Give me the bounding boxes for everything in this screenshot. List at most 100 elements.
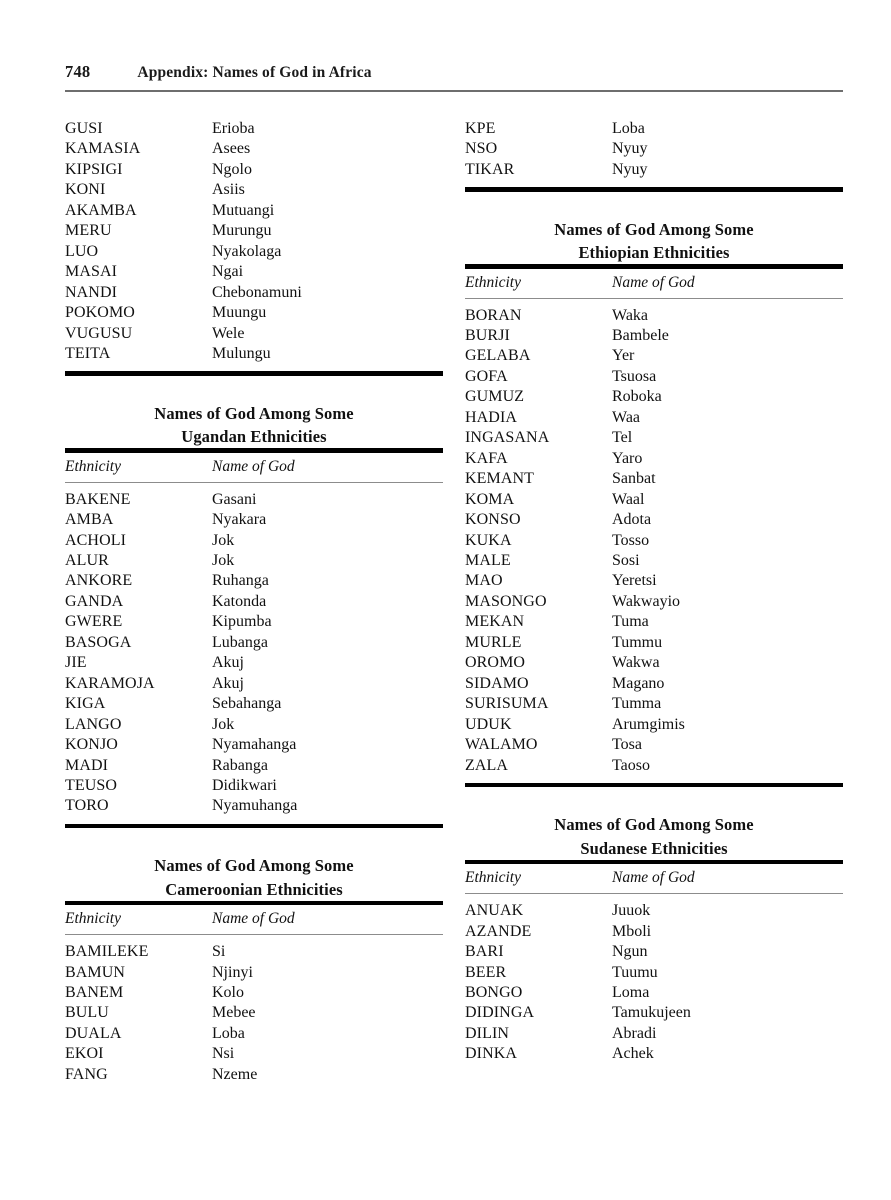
- table-row: EKOI Nsi: [65, 1044, 443, 1064]
- cell-ethnicity: ZALA: [465, 756, 509, 774]
- table-row: SIDAMO Magano: [465, 674, 843, 694]
- table-column-headers: Ethnicity Name of God: [465, 269, 843, 298]
- table-row: POKOMO Muungu: [65, 303, 443, 323]
- cell-name-of-god: Nyuy: [612, 160, 648, 178]
- cell-name-of-god: Wakwa: [612, 654, 660, 672]
- cell-ethnicity: MURLE: [465, 633, 522, 651]
- cell-name-of-god: Taoso: [612, 756, 650, 774]
- table-row: BONGO Loma: [465, 983, 843, 1003]
- cell-name-of-god: Kipumba: [212, 613, 272, 631]
- cell-ethnicity: DINKA: [465, 1045, 518, 1063]
- table-row: BAKENE Gasani: [65, 490, 443, 510]
- table-row: KARAMOJA Akuj: [65, 674, 443, 694]
- cell-name-of-god: Asees: [212, 140, 251, 158]
- cell-name-of-god: Mulungu: [212, 344, 271, 362]
- table-row: ANUAK Juuok: [465, 901, 843, 921]
- table-row: ZALA Taoso: [465, 756, 843, 776]
- table-row: JIE Akuj: [65, 653, 443, 673]
- table-row: BARI Ngun: [465, 942, 843, 962]
- table-row: GELABA Yer: [465, 346, 843, 366]
- table-row: KONJO Nyamahanga: [65, 735, 443, 755]
- table-row: MAO Yeretsi: [465, 571, 843, 591]
- cell-ethnicity: DUALA: [65, 1024, 122, 1042]
- cell-ethnicity: TEITA: [65, 344, 111, 362]
- cell-ethnicity: MALE: [465, 552, 511, 570]
- cell-name-of-god: Arumgimis: [612, 715, 685, 733]
- table-row: OROMO Wakwa: [465, 653, 843, 673]
- table-row: KOMA Waal: [465, 490, 843, 510]
- table-row: KIGA Sebahanga: [65, 694, 443, 714]
- table-row: DINKA Achek: [465, 1044, 843, 1064]
- table-row: BORAN Waka: [465, 306, 843, 326]
- cell-ethnicity: NSO: [465, 140, 498, 158]
- table-row: BAMUN Njinyi: [65, 963, 443, 983]
- table-row: HADIA Waa: [465, 408, 843, 428]
- table-row: ALUR Jok: [65, 551, 443, 571]
- cell-name-of-god: Tamukujeen: [612, 1004, 691, 1022]
- table-row: UDUK Arumgimis: [465, 715, 843, 735]
- table-row: BASOGA Lubanga: [65, 633, 443, 653]
- cell-name-of-god: Asiis: [212, 181, 245, 199]
- cell-name-of-god: Didikwari: [212, 777, 277, 794]
- table-row: VUGUSU Wele: [65, 324, 443, 344]
- cell-name-of-god: Waka: [612, 306, 649, 324]
- table-row: SURISUMA Tumma: [465, 694, 843, 714]
- cell-ethnicity: AKAMBA: [65, 201, 137, 219]
- table-title-gap: [465, 192, 843, 218]
- cell-name-of-god: Tummu: [612, 633, 663, 651]
- table-rows: GUSI Erioba KAMASIA Asees KIPSIGI Ngolo KONI As…: [65, 112, 443, 364]
- cell-ethnicity: WALAMO: [465, 736, 538, 754]
- table-title-line-2: Sudanese Ethnicities: [580, 838, 728, 858]
- cell-name-of-god: Waa: [612, 408, 641, 426]
- table-title-line-2: Cameroonian Ethnicities: [165, 879, 343, 899]
- cell-ethnicity: SURISUMA: [465, 695, 549, 713]
- cell-name-of-god: Jok: [212, 531, 235, 549]
- cell-ethnicity: VUGUSU: [65, 324, 133, 342]
- cell-ethnicity: EKOI: [65, 1045, 104, 1063]
- table-title-line-2: Ugandan Ethnicities: [181, 427, 327, 447]
- cell-name-of-god: Yeretsi: [612, 572, 657, 590]
- column-header-ethnicity: Ethnicity: [65, 910, 121, 928]
- cell-name-of-god: Rabanga: [212, 756, 268, 774]
- table-row: KPE Loba: [465, 119, 843, 139]
- cell-ethnicity: AZANDE: [465, 922, 532, 940]
- cell-name-of-god: Sosi: [612, 552, 640, 570]
- table-row: GANDA Katonda: [65, 592, 443, 612]
- cell-ethnicity: BEER: [465, 963, 507, 981]
- table-title-sudanese: Names of God Among Some Sudanese Ethnicit…: [465, 813, 843, 860]
- table-ugandan: Names of God Among Some Ugandan Ethniciti…: [65, 376, 443, 829]
- cell-ethnicity: GOFA: [465, 367, 508, 385]
- cell-name-of-god: Jok: [212, 715, 235, 733]
- cell-name-of-god: Wakwayio: [612, 592, 681, 610]
- table-column-headers: Ethnicity Name of God: [465, 864, 843, 893]
- cell-name-of-god: Tuumu: [612, 963, 658, 981]
- cell-name-of-god: Akuj: [212, 654, 244, 672]
- table-rows: BAKENE Gasani AMBA Nyakara ACHOLI Jok ALUR Jok A…: [65, 483, 443, 817]
- table-row: NANDI Chebonamuni: [65, 283, 443, 303]
- cell-ethnicity: GANDA: [65, 592, 124, 610]
- table-kenyan-continued: GUSI Erioba KAMASIA Asees KIPSIGI Ngolo KONI As…: [65, 112, 443, 376]
- table-column-headers: Ethnicity Name of God: [65, 905, 443, 934]
- column-header-ethnicity: Ethnicity: [65, 457, 121, 475]
- cell-ethnicity: KAFA: [465, 449, 508, 467]
- cell-name-of-god: Tsuosa: [612, 367, 657, 385]
- column-header-name-of-god: Name of God: [612, 273, 695, 291]
- cell-name-of-god: Si: [212, 943, 226, 961]
- table-title-gap: [65, 828, 443, 854]
- cell-ethnicity: LUO: [65, 242, 99, 260]
- cell-name-of-god: Ngun: [612, 943, 648, 961]
- cell-name-of-god: Tosa: [612, 736, 642, 754]
- table-row: BAMILEKE Si: [65, 942, 443, 962]
- column-header-name-of-god: Name of God: [612, 869, 695, 887]
- cell-ethnicity: MADI: [65, 756, 109, 774]
- cell-name-of-god: Nyamuhanga: [212, 797, 298, 815]
- table-ethiopian: Names of God Among Some Ethiopian Ethnici…: [465, 192, 843, 788]
- cell-name-of-god: Nyuy: [612, 140, 648, 158]
- cell-name-of-god: Erioba: [212, 120, 255, 137]
- cell-name-of-god: Magano: [612, 674, 665, 692]
- cell-ethnicity: ANUAK: [465, 902, 524, 920]
- table-cameroonian-continued: KPE Loba NSO Nyuy TIKAR Nyuy: [465, 112, 843, 192]
- cell-name-of-god: Lubanga: [212, 633, 268, 651]
- table-row: DIDINGA Tamukujeen: [465, 1003, 843, 1023]
- cell-name-of-god: Loba: [212, 1024, 245, 1042]
